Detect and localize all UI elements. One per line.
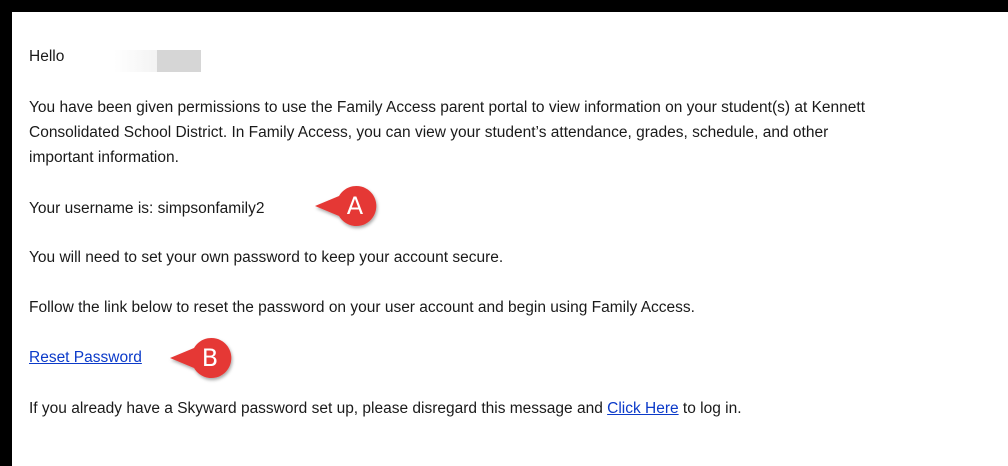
redacted-name-left xyxy=(114,50,157,72)
greeting-row: Hello xyxy=(29,44,201,72)
disregard-prefix: If you already have a Skyward password s… xyxy=(29,400,608,417)
reset-password-link[interactable]: Reset Password xyxy=(29,349,142,366)
click-here-link[interactable]: Click Here xyxy=(607,400,678,417)
intro-line-3: important information. xyxy=(29,149,179,166)
callout-a-label: A xyxy=(346,192,364,220)
greeting-text: Hello xyxy=(29,48,65,65)
callout-a-marker: A xyxy=(315,184,377,228)
callout-b-label: B xyxy=(201,344,219,372)
callout-b-marker: B xyxy=(170,336,232,380)
intro-line-2: Consolidated School District. In Family … xyxy=(29,124,829,141)
reset-password-row: Reset Password xyxy=(29,345,142,370)
disregard-line: If you already have a Skyward password s… xyxy=(29,396,742,421)
password-notice: You will need to set your own password t… xyxy=(29,249,504,266)
follow-link-text: Follow the link below to reset the passw… xyxy=(29,299,695,316)
redacted-name-right xyxy=(157,50,201,72)
intro-line-1: You have been given permissions to use t… xyxy=(29,99,866,116)
disregard-suffix: to log in. xyxy=(678,400,742,417)
username-line: Your username is: simpsonfamily2 xyxy=(29,200,265,217)
